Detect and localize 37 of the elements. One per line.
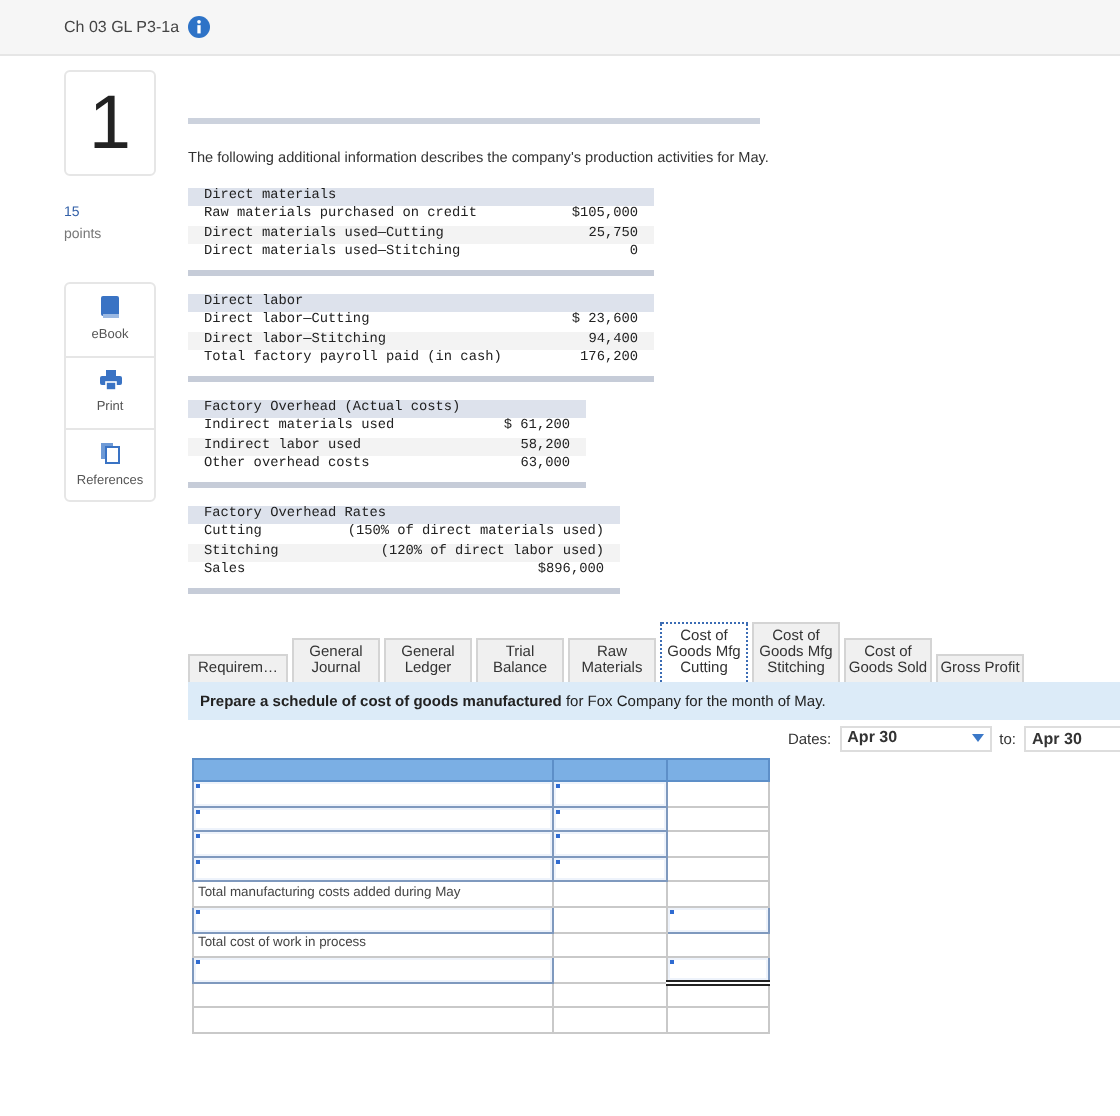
printer-icon — [99, 370, 121, 390]
input-field[interactable] — [193, 780, 553, 807]
table-cell — [553, 1007, 667, 1033]
book-icon — [100, 296, 120, 318]
table-cell — [667, 780, 769, 807]
table-cell — [553, 932, 667, 958]
table-cell — [667, 856, 769, 882]
total-cell — [667, 982, 769, 1008]
input-field[interactable] — [667, 957, 769, 983]
table-cell — [553, 957, 667, 983]
table-cell — [667, 831, 769, 857]
caret-icon — [971, 734, 984, 743]
table-cell — [667, 932, 769, 958]
table-cell — [667, 806, 769, 832]
table-cell — [553, 982, 667, 1008]
input-field[interactable] — [553, 806, 667, 832]
input-field[interactable] — [193, 856, 553, 882]
input-field[interactable] — [667, 906, 769, 932]
input-field[interactable] — [553, 856, 667, 882]
info-icon[interactable] — [187, 16, 210, 38]
table-cell — [667, 881, 769, 907]
input-field[interactable] — [193, 957, 553, 983]
question-number: 1 — [64, 70, 156, 176]
date-select[interactable]: Apr 30 — [839, 725, 992, 752]
input-field[interactable] — [193, 906, 553, 932]
header-cell — [667, 758, 769, 781]
input-field[interactable] — [553, 831, 667, 857]
table-cell — [553, 881, 667, 907]
table-cell — [667, 1007, 769, 1033]
input-field[interactable] — [553, 780, 667, 807]
table-cell — [553, 906, 667, 932]
question-title: Ch 03 GL P3-1a — [64, 15, 180, 39]
input-field[interactable] — [193, 831, 553, 857]
header-cell — [553, 758, 667, 781]
input-field[interactable] — [193, 806, 553, 832]
pages-icon — [100, 442, 120, 464]
date-field[interactable]: Apr 30 — [1024, 725, 1120, 752]
